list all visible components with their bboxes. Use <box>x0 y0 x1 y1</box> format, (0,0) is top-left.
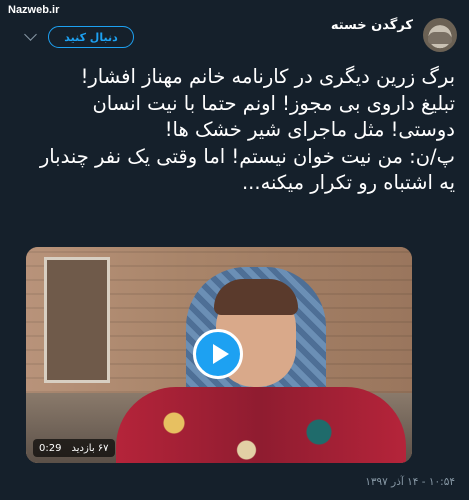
play-icon[interactable] <box>193 329 243 379</box>
video-player[interactable]: 0:29 ۶۷ بازدید <box>26 247 412 463</box>
video-duration: 0:29 <box>39 442 62 454</box>
tweet-text-line: تبلیغ داروی بی مجوز! اونم حتما با نیت ان… <box>92 91 455 142</box>
tweet-timestamp[interactable]: ۱۰:۵۴ - ۱۴ آذر ۱۳۹۷ <box>365 476 455 488</box>
coat-shape <box>116 387 406 463</box>
tweet-text: برگ زرین دیگری در کارنامه خانم مهناز افش… <box>35 64 455 197</box>
tweet-text-line: برگ زرین دیگری در کارنامه خانم مهناز افش… <box>80 65 455 88</box>
tweet-header: کرگدن خسته دنبال کنید <box>0 0 469 60</box>
video-background-window <box>44 257 110 383</box>
follow-button[interactable]: دنبال کنید <box>48 26 134 48</box>
username[interactable]: کرگدن خسته <box>331 18 413 33</box>
video-view-count: ۶۷ بازدید <box>71 442 109 454</box>
rhino-avatar-icon <box>428 32 452 44</box>
video-subject <box>116 257 406 463</box>
chevron-down-icon[interactable] <box>24 28 37 41</box>
avatar[interactable] <box>423 18 457 52</box>
tweet-text-line: پ/ن: من نیت خوان نیستم! اما وقتی یک نفر … <box>39 144 455 195</box>
video-info-badge: 0:29 ۶۷ بازدید <box>33 439 115 457</box>
hair-shape <box>214 279 298 315</box>
